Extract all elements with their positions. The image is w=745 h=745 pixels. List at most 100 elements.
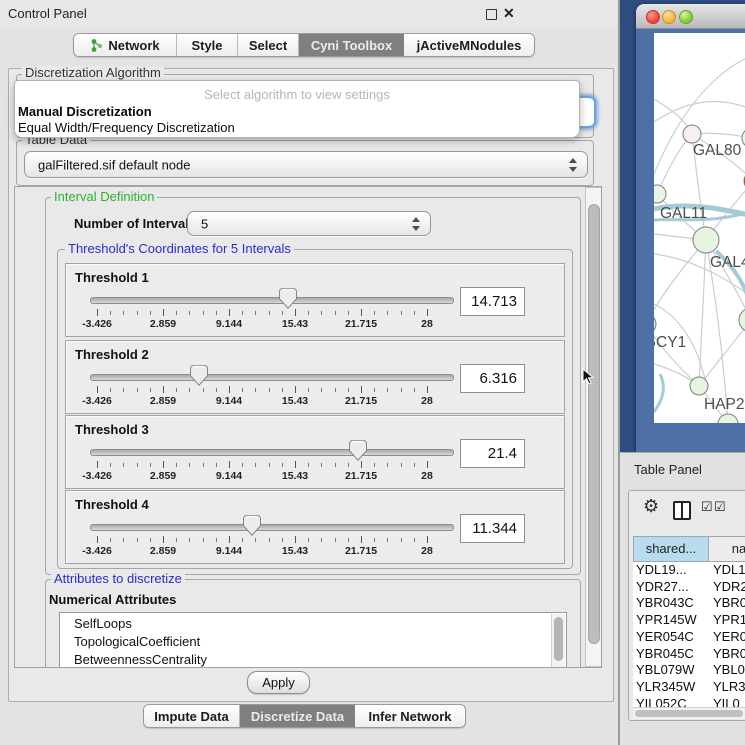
slider-tick [229,461,230,468]
slider-tick [295,461,296,468]
slider-tick [427,386,428,393]
tab-discretize-data[interactable]: Discretize Data [240,705,355,727]
list-scrollbar[interactable] [551,614,565,667]
node-label: GAL11 [660,205,707,222]
dropdown-option-equal-width-frequency-discretization[interactable]: Equal Width/Frequency Discretization [18,120,235,135]
tick-label: 2.859 [150,318,176,330]
network-canvas[interactable]: GAL80G.CGAL11GAL4GCY1HHAP2 [654,33,745,423]
scrollbar-thumb[interactable] [554,617,563,661]
node-label: GAL80 [693,142,742,159]
network-edge[interactable] [654,101,745,122]
list-item-topologicalcoefficient[interactable]: TopologicalCoefficient [74,634,200,649]
slider-tick [282,538,283,542]
slider-tick [335,463,336,467]
network-node-gal4[interactable] [693,227,719,253]
slider-thumb[interactable] [190,365,208,386]
traffic-light-close-icon[interactable] [646,10,660,24]
attributes-list[interactable]: SelfLoops TopologicalCoefficient Betweenne… [59,612,567,668]
slider-track[interactable] [90,297,454,304]
scrollbar-thumb[interactable] [588,204,600,644]
list-item-betweennesscentrality[interactable]: BetweennessCentrality [74,652,207,667]
tab-select[interactable]: Select [238,34,299,56]
traffic-light-zoom-icon[interactable] [679,10,693,24]
slider-tick [97,386,98,393]
slider-tick [295,309,296,316]
cell-shared-name: YLR345W [636,679,695,694]
table-row[interactable]: YER054CYER0 [633,629,745,646]
number-of-intervals-combo[interactable]: 5 [187,211,431,236]
tab-label: Select [249,38,287,53]
tab-network[interactable]: Network [74,34,177,56]
tab-infer-network[interactable]: Infer Network [355,705,465,727]
tick-label: 21.715 [345,318,377,330]
threshold-value-input[interactable]: 11.344 [460,514,525,543]
column-header-na[interactable]: na [708,536,745,562]
tab-cyni-toolbox[interactable]: Cyni Toolbox [299,34,404,56]
table-row[interactable]: YBL079WYBL0 [633,662,745,679]
slider-tick [255,311,256,315]
slider-track[interactable] [90,449,454,456]
slider-tick [361,536,362,543]
tab-impute-data[interactable]: Impute Data [144,705,240,727]
slider-track[interactable] [90,374,454,381]
table-row[interactable]: YBR043CYBR0 [633,595,745,612]
cell-name: YDL1 [713,562,745,577]
threshold-value-input[interactable]: 21.4 [460,439,525,468]
checkbox-icon[interactable]: ☑ [701,499,713,515]
slider-thumb[interactable] [349,440,367,461]
slider-thumb[interactable] [243,515,261,536]
vertical-scrollbar[interactable] [585,187,601,667]
table-panel-card: ⚙ ☑ ☑ shared...na YDL19...YDL1YDR27...YD… [628,490,745,721]
float-window-icon[interactable] [486,9,497,20]
algorithm-dropdown-popup: Select algorithm to view settings Manual… [14,80,580,138]
slider-tick [123,388,124,392]
cell-shared-name: YDR27... [636,579,689,594]
slider-tick [374,538,375,542]
network-node-hap2[interactable] [690,377,708,395]
table-row[interactable]: YDR27...YDR2 [633,579,745,596]
checkbox-icon[interactable]: ☑ [714,499,726,515]
list-item-selfloops[interactable]: SelfLoops [74,616,132,631]
tab-label: Style [191,38,222,53]
slider-tick [427,309,428,316]
threshold-label: Threshold 2 [75,347,149,362]
threshold-value-input[interactable]: 6.316 [460,364,525,393]
columns-icon[interactable] [673,501,691,520]
slider-track[interactable] [90,524,454,531]
network-edge[interactable] [716,251,745,418]
tab-jactivemnodules[interactable]: jActiveMNodules [404,34,534,56]
close-icon[interactable]: ✕ [503,5,515,22]
table-row[interactable]: YPR145WYPR1 [633,612,745,629]
network-edge[interactable] [657,134,692,194]
network-node-h[interactable] [739,308,745,332]
horizontal-scrollbar[interactable] [633,707,745,719]
interval-definition-group-label: Interval Definition [51,190,157,204]
table-row[interactable]: YIL052CYIL0 [633,696,745,707]
column-header-shared-[interactable]: shared... [633,536,709,562]
table-row[interactable]: YBR045CYBR0 [633,646,745,663]
slider-thumb[interactable] [279,288,297,309]
tab-style[interactable]: Style [177,34,238,56]
apply-button[interactable]: Apply [247,671,310,694]
threshold-value-input[interactable]: 14.713 [460,287,525,316]
dropdown-option-manual-discretization[interactable]: Manual Discretization [18,104,152,119]
table-data-combo[interactable]: galFiltered.sif default node [24,151,588,178]
discretization-algorithm-group-label: Discretization Algorithm [22,66,164,80]
slider-tick [203,538,204,542]
tick-label: 15.43 [282,395,308,407]
gear-icon[interactable]: ⚙ [643,496,659,517]
network-edge[interactable] [699,240,706,386]
tick-label: 21.715 [345,395,377,407]
slider-tick [176,311,177,315]
network-edge[interactable] [654,374,663,412]
network-node-gcy1[interactable] [654,314,656,334]
table-row[interactable]: YDL19...YDL1 [633,562,745,579]
network-node-gal80[interactable] [683,125,701,143]
traffic-light-minimize-icon[interactable] [662,10,676,24]
network-window-titlebar[interactable] [636,4,745,29]
cell-shared-name: YBR045C [636,646,694,661]
table-row[interactable]: YLR345WYLR3 [633,679,745,696]
network-node-gal11[interactable] [654,185,666,203]
network-edge[interactable] [654,240,706,324]
scrollbar-thumb[interactable] [635,710,743,717]
